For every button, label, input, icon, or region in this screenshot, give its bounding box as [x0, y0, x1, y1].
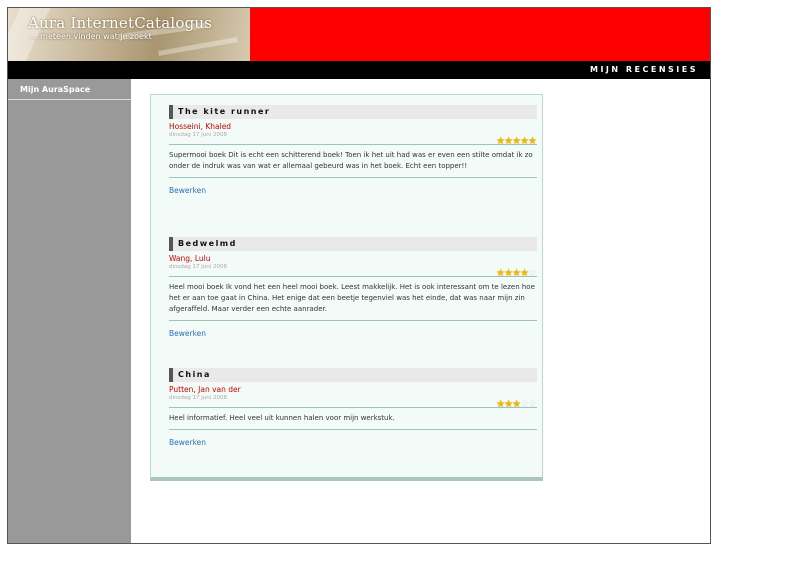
review-text: Heel mooi boek Ik vond het een heel mooi… [169, 277, 537, 321]
review-title: China [169, 368, 537, 382]
sidebar-item-mijn-auraspace[interactable]: Mijn AuraSpace [8, 79, 131, 100]
reviews-panel: The kite runner Hosseini, Khaled dinsdag… [150, 94, 543, 481]
review-text: Heel informatief. Heel veel uit kunnen h… [169, 408, 537, 430]
review-title: Bedwelmd [169, 237, 537, 251]
rating-stars: ★★★★★ [496, 129, 537, 147]
review-meta: dinsdag 17 juni 2008 ★★★★☆ [169, 261, 537, 279]
review-item: The kite runner Hosseini, Khaled dinsdag… [169, 105, 537, 197]
star-empty-icon: ☆ [528, 268, 537, 279]
edit-link[interactable]: Bewerken [169, 438, 206, 447]
review-text: Supermooi boek Dit is echt een schittere… [169, 145, 537, 178]
review-author[interactable]: Putten, Jan van der [169, 385, 537, 394]
review-meta: dinsdag 17 juni 2008 ★★★☆☆ [169, 392, 537, 410]
banner-photo: Aura InternetCatalogus ... meteen vinden… [8, 8, 250, 61]
review-date: dinsdag 17 juni 2008 [169, 264, 227, 270]
nav-bar: Mijn Recensies [8, 61, 710, 79]
review-item: Bedwelmd Wang, Lulu dinsdag 17 juni 2008… [169, 237, 537, 340]
page-frame: Aura InternetCatalogus ... meteen vinden… [7, 7, 711, 544]
review-item: China Putten, Jan van der dinsdag 17 jun… [169, 368, 537, 449]
sidebar: Mijn AuraSpace [8, 79, 131, 543]
review-date: dinsdag 17 juni 2008 [169, 132, 227, 138]
star-empty-icon: ☆ [528, 399, 537, 410]
page-title: Mijn Recensies [589, 65, 698, 74]
review-title: The kite runner [169, 105, 537, 119]
review-meta: dinsdag 17 juni 2008 ★★★★★ [169, 129, 537, 147]
logo-tagline: ... meteen vinden wat je zoekt [30, 32, 152, 41]
rating-stars: ★★★★☆ [496, 261, 537, 279]
rating-stars: ★★★☆☆ [496, 392, 537, 410]
review-author[interactable]: Hosseini, Khaled [169, 122, 537, 131]
review-author[interactable]: Wang, Lulu [169, 254, 537, 263]
logo-title[interactable]: Aura InternetCatalogus [28, 14, 212, 32]
review-date: dinsdag 17 juni 2008 [169, 395, 227, 401]
star-icon: ★ [528, 136, 537, 147]
edit-link[interactable]: Bewerken [169, 329, 206, 338]
header-banner: Aura InternetCatalogus ... meteen vinden… [8, 8, 710, 61]
edit-link[interactable]: Bewerken [169, 186, 206, 195]
